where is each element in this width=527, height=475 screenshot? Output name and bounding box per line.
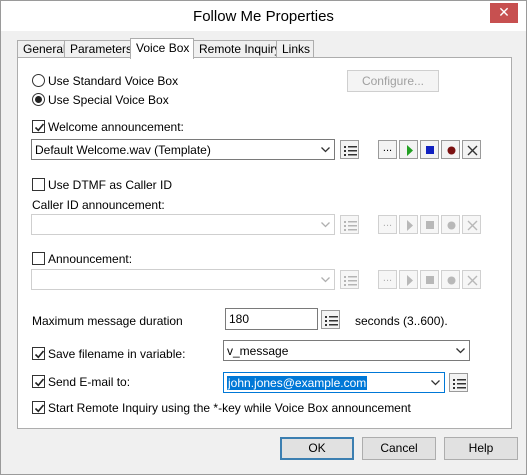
max-duration-input[interactable]: 180 — [225, 308, 318, 330]
tab-voice-box[interactable]: Voice Box — [130, 38, 194, 59]
delete-icon — [467, 220, 478, 231]
start-remote-label: Start Remote Inquiry using the *-key whi… — [48, 401, 411, 415]
record-icon — [447, 221, 456, 230]
help-button[interactable]: Help — [444, 437, 518, 460]
welcome-delete-button[interactable] — [462, 140, 481, 159]
callerid-play-button[interactable] — [399, 215, 418, 234]
announcement-play-button[interactable] — [399, 270, 418, 289]
welcome-variable-button[interactable] — [340, 140, 359, 159]
close-icon: ✕ — [498, 4, 510, 20]
chevron-down-icon — [456, 348, 465, 354]
announcement-select[interactable] — [31, 269, 335, 290]
welcome-record-button[interactable] — [441, 140, 460, 159]
welcome-label: Welcome announcement: — [48, 120, 184, 134]
play-icon — [407, 275, 413, 286]
max-duration-variable-button[interactable] — [321, 310, 340, 329]
announcement-record-button[interactable] — [441, 270, 460, 289]
use-standard-label: Use Standard Voice Box — [48, 74, 179, 88]
max-duration-value: 180 — [229, 312, 250, 326]
tab-parameters[interactable]: Parameters — [64, 40, 132, 58]
tab-remote-inquiry[interactable]: Remote Inquiry — [193, 40, 280, 58]
seconds-label: seconds (3..600). — [355, 314, 448, 328]
variable-list-icon — [344, 146, 357, 156]
delete-icon — [467, 145, 478, 156]
dialog-window: Follow Me Properties ✕ General Parameter… — [0, 0, 527, 475]
callerid-browse-button[interactable]: ... — [378, 215, 397, 234]
save-filename-label: Save filename in variable: — [48, 347, 186, 361]
welcome-select[interactable]: Default Welcome.wav (Template) — [31, 139, 335, 160]
welcome-checkbox[interactable] — [32, 120, 45, 133]
send-email-variable-button[interactable] — [449, 373, 468, 392]
chevron-down-icon — [321, 222, 330, 228]
save-filename-checkbox[interactable] — [32, 347, 45, 360]
play-icon — [407, 145, 413, 156]
announcement-variable-button[interactable] — [340, 270, 359, 289]
max-duration-label: Maximum message duration — [32, 314, 183, 328]
callerid-record-button[interactable] — [441, 215, 460, 234]
ok-button[interactable]: OK — [280, 437, 354, 460]
save-filename-select[interactable]: v_message — [223, 340, 470, 361]
callerid-label: Caller ID announcement: — [32, 198, 165, 212]
announcement-stop-button[interactable] — [420, 270, 439, 289]
callerid-stop-button[interactable] — [420, 215, 439, 234]
stop-icon — [426, 146, 434, 154]
record-icon — [447, 146, 456, 155]
close-button[interactable]: ✕ — [490, 3, 518, 23]
send-email-checkbox[interactable] — [32, 375, 45, 388]
start-remote-checkbox[interactable] — [32, 401, 45, 414]
callerid-variable-button[interactable] — [340, 215, 359, 234]
callerid-delete-button[interactable] — [462, 215, 481, 234]
use-standard-radio[interactable] — [32, 74, 45, 87]
announcement-label: Announcement: — [48, 252, 133, 266]
chevron-down-icon — [321, 277, 330, 283]
use-special-radio[interactable] — [32, 93, 45, 106]
variable-list-icon — [453, 379, 466, 389]
variable-list-icon — [325, 316, 338, 326]
stop-icon — [426, 276, 434, 284]
welcome-stop-button[interactable] — [420, 140, 439, 159]
dtmf-checkbox[interactable] — [32, 178, 45, 191]
welcome-value: Default Welcome.wav (Template) — [35, 143, 211, 157]
announcement-delete-button[interactable] — [462, 270, 481, 289]
tab-links[interactable]: Links — [276, 40, 314, 58]
dialog-title: Follow Me Properties — [193, 8, 334, 25]
send-email-select[interactable]: john.jones@example.com — [223, 372, 445, 393]
stop-icon — [426, 221, 434, 229]
cancel-button[interactable]: Cancel — [362, 437, 436, 460]
variable-list-icon — [344, 221, 357, 231]
dtmf-label: Use DTMF as Caller ID — [48, 178, 173, 192]
callerid-select[interactable] — [31, 214, 335, 235]
use-special-label: Use Special Voice Box — [48, 93, 169, 107]
welcome-play-button[interactable] — [399, 140, 418, 159]
announcement-browse-button[interactable]: ... — [378, 270, 397, 289]
play-icon — [407, 220, 413, 231]
record-icon — [447, 276, 456, 285]
configure-button[interactable]: Configure... — [347, 70, 439, 92]
variable-list-icon — [344, 276, 357, 286]
tab-general[interactable]: General — [17, 40, 66, 58]
send-email-value: john.jones@example.com — [227, 376, 368, 390]
welcome-browse-button[interactable]: ... — [378, 140, 397, 159]
title-bar: Follow Me Properties ✕ — [1, 1, 526, 31]
chevron-down-icon — [431, 380, 440, 386]
chevron-down-icon — [321, 147, 330, 153]
save-filename-value: v_message — [227, 344, 289, 358]
send-email-label: Send E-mail to: — [48, 375, 131, 389]
delete-icon — [467, 275, 478, 286]
announcement-checkbox[interactable] — [32, 252, 45, 265]
